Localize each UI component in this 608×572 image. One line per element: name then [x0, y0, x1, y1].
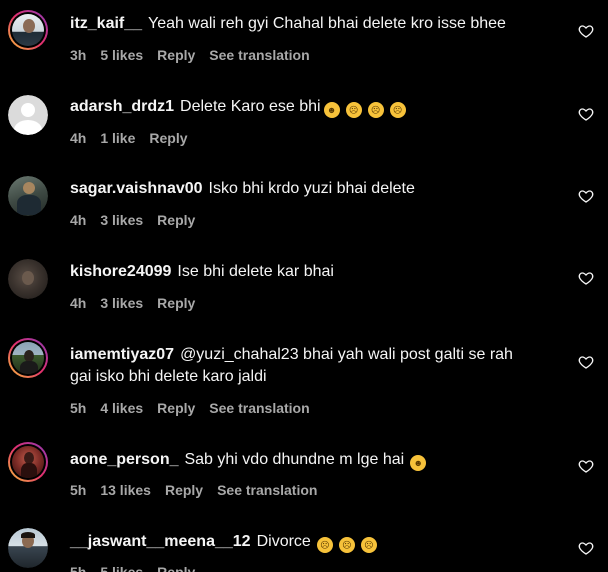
avatar[interactable]: [8, 95, 48, 135]
likes-count[interactable]: 4 likes: [100, 400, 143, 416]
comment-text: Isko bhi krdo yuzi bhai delete: [208, 180, 415, 197]
username-link[interactable]: iamemtiyaz07: [70, 346, 174, 363]
comment-text: Divorce: [256, 533, 311, 550]
comment-text-line: __jaswant__meena__12 Divorce ☹ ☹ ☹: [70, 531, 560, 553]
see-translation-button[interactable]: See translation: [217, 482, 317, 498]
avatar[interactable]: [8, 338, 48, 378]
comment-text: Yeah wali reh gyi Chahal bhai delete kro…: [148, 15, 506, 32]
username-link[interactable]: adarsh_drdz1: [70, 98, 174, 115]
heart-outline-icon[interactable]: [578, 540, 594, 556]
avatar[interactable]: [8, 442, 48, 482]
likes-count[interactable]: 13 likes: [100, 482, 151, 498]
avatar[interactable]: [8, 176, 48, 216]
reply-button[interactable]: Reply: [165, 482, 203, 498]
comment-meta: 3h 5 likes Reply See translation: [70, 47, 324, 63]
comment-meta: 5h 5 likes Reply: [70, 564, 209, 572]
comment-text: Ise bhi delete kar bhai: [177, 263, 334, 280]
username-link[interactable]: __jaswant__meena__12: [70, 533, 251, 550]
comment-text-line: kishore24099 Ise bhi delete kar bhai: [70, 261, 560, 283]
timestamp: 3h: [70, 47, 87, 63]
frowning-face-emoji: ☹: [360, 537, 377, 553]
timestamp: 5h: [70, 482, 87, 498]
username-link[interactable]: itz_kaif__: [70, 15, 142, 32]
comment-text: gai isko bhi delete karo jaldi: [70, 368, 267, 385]
comment-meta: 4h 3 likes Reply: [70, 212, 209, 228]
heart-outline-icon[interactable]: [578, 458, 594, 474]
likes-count[interactable]: 5 likes: [100, 47, 143, 63]
frowning-face-emoji: ☹: [389, 102, 406, 118]
username-link[interactable]: aone_person_: [70, 451, 178, 468]
face-with-tears-of-joy-emoji: ☻: [410, 455, 427, 471]
face-with-tears-of-joy-emoji: ☻: [323, 102, 340, 118]
timestamp: 5h: [70, 400, 87, 416]
frowning-face-emoji: ☹: [338, 537, 355, 553]
username-link[interactable]: sagar.vaishnav00: [70, 180, 203, 197]
reply-button[interactable]: Reply: [157, 295, 195, 311]
frowning-face-emoji: ☹: [316, 537, 333, 553]
likes-count[interactable]: 3 likes: [100, 295, 143, 311]
comment-meta: 4h 1 like Reply: [70, 130, 202, 146]
reply-button[interactable]: Reply: [157, 47, 195, 63]
timestamp: 4h: [70, 212, 87, 228]
comment-text-line: itz_kaif__ Yeah wali reh gyi Chahal bhai …: [70, 13, 560, 35]
see-translation-button[interactable]: See translation: [209, 47, 309, 63]
heart-outline-icon[interactable]: [578, 23, 594, 39]
likes-count[interactable]: 5 likes: [100, 564, 143, 572]
heart-outline-icon[interactable]: [578, 270, 594, 286]
comment-text: Sab yhi vdo dhundne m lge hai: [184, 451, 405, 468]
comment-meta: 5h 13 likes Reply See translation: [70, 482, 331, 498]
timestamp: 4h: [70, 295, 87, 311]
frowning-face-emoji: ☹: [345, 102, 362, 118]
reply-button[interactable]: Reply: [157, 564, 195, 572]
comment-text-line: aone_person_ Sab yhi vdo dhundne m lge ha…: [70, 449, 560, 471]
username-link[interactable]: kishore24099: [70, 263, 171, 280]
likes-count[interactable]: 1 like: [100, 130, 135, 146]
comment-text-line: iamemtiyaz07 @yuzi_chahal23 bhai yah wali…: [70, 344, 560, 388]
timestamp: 5h: [70, 564, 87, 572]
comment-meta: 5h 4 likes Reply See translation: [70, 400, 324, 416]
comment-text-line: sagar.vaishnav00 Isko bhi krdo yuzi bhai …: [70, 178, 560, 200]
comment-text: Delete Karo ese bhi: [180, 98, 321, 115]
frowning-face-emoji: ☹: [367, 102, 384, 118]
comment-meta: 4h 3 likes Reply: [70, 295, 209, 311]
see-translation-button[interactable]: See translation: [209, 400, 309, 416]
comment-text-line: adarsh_drdz1 Delete Karo ese bhi ☻ ☹ ☹ ☹: [70, 96, 560, 118]
reply-button[interactable]: Reply: [157, 400, 195, 416]
heart-outline-icon[interactable]: [578, 188, 594, 204]
heart-outline-icon[interactable]: [578, 106, 594, 122]
avatar[interactable]: [8, 528, 48, 568]
reply-button[interactable]: Reply: [149, 130, 187, 146]
likes-count[interactable]: 3 likes: [100, 212, 143, 228]
avatar[interactable]: [8, 10, 48, 50]
heart-outline-icon[interactable]: [578, 354, 594, 370]
comment-text: @yuzi_chahal23 bhai yah wali post galti …: [180, 346, 513, 363]
timestamp: 4h: [70, 130, 87, 146]
reply-button[interactable]: Reply: [157, 212, 195, 228]
avatar[interactable]: [8, 259, 48, 299]
